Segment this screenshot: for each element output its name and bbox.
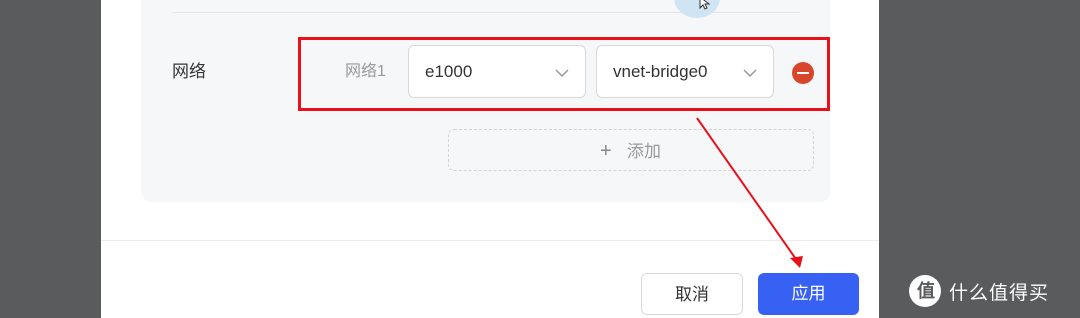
- network-row-label: 网络: [172, 62, 206, 81]
- mouse-cursor-icon: [699, 0, 711, 10]
- cancel-button[interactable]: 取消: [641, 273, 743, 315]
- watermark: 值 什么值得买: [909, 275, 1050, 307]
- apply-button[interactable]: 应用: [758, 273, 859, 315]
- plus-icon: +: [600, 140, 612, 162]
- watermark-text: 什么值得买: [949, 282, 1050, 304]
- add-network-button[interactable]: + 添加: [448, 129, 814, 171]
- watermark-logo-icon: 值: [909, 275, 941, 307]
- add-network-label: 添加: [627, 142, 661, 161]
- cursor-highlight: [674, 0, 720, 18]
- footer-divider: [101, 240, 879, 241]
- annotation-highlight-box: [298, 37, 830, 111]
